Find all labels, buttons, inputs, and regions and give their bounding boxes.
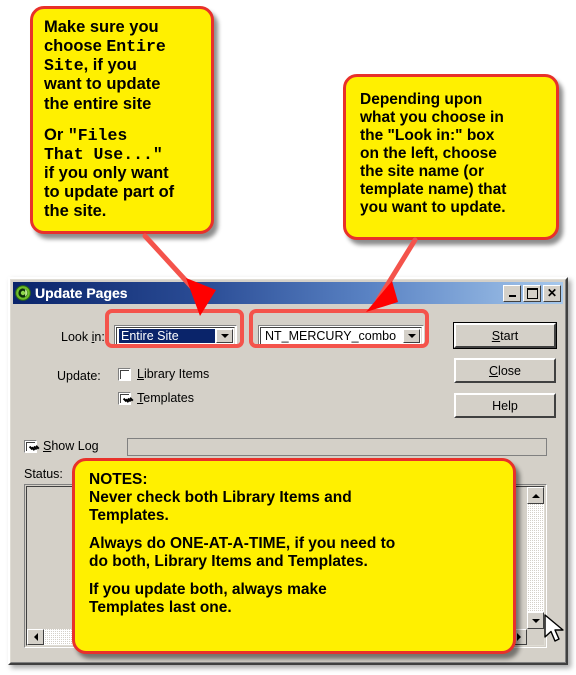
- callout-line: choose: [44, 37, 107, 56]
- library-items-checkbox-row[interactable]: Library Items: [118, 367, 209, 381]
- templates-checkbox-row[interactable]: Templates: [118, 391, 194, 405]
- start-button-label: Start: [491, 328, 519, 343]
- close-icon: ✕: [546, 286, 558, 300]
- notes-heading: NOTES:: [89, 471, 148, 488]
- show-log-label: Show Log: [43, 439, 99, 453]
- vertical-scroll-trough[interactable]: [527, 504, 544, 612]
- callout-line: , if you: [83, 56, 137, 75]
- show-log-checkbox-row[interactable]: Show Log: [24, 439, 99, 453]
- status-vertical-scrollbar[interactable]: [527, 487, 544, 629]
- screenshot-root: Update Pages ✕ Look in: Entire Site NT_M…: [0, 0, 576, 675]
- callout-line: if you only want: [44, 163, 169, 182]
- callout-mono: Entire: [106, 37, 166, 57]
- callout-line: Make sure you: [44, 18, 159, 36]
- library-items-label: Library Items: [137, 367, 210, 381]
- callout-line: what you choose in: [360, 108, 504, 126]
- callout-line: the site name (or: [360, 162, 485, 180]
- maximize-button[interactable]: [523, 284, 541, 302]
- callout-line: Templates last one.: [89, 598, 232, 616]
- callout-line: the site.: [44, 202, 107, 221]
- callout-line: template name) that: [360, 180, 507, 198]
- look-in-callout-text: Depending upon what you choose in the "L…: [346, 77, 556, 217]
- callout-line: on the left, choose: [360, 144, 497, 162]
- show-log-checkbox[interactable]: [24, 439, 37, 453]
- callout-mono: "Files: [67, 125, 128, 145]
- scroll-left-button[interactable]: [27, 629, 44, 645]
- triangle-up-icon: [531, 493, 540, 498]
- callout-mono: That Use...": [44, 144, 163, 164]
- notes-callout-text: NOTES: Never check both Library Items an…: [75, 461, 513, 617]
- callout-line: the entire site: [44, 94, 152, 113]
- maximize-icon: [526, 287, 538, 299]
- status-label: Status:: [24, 467, 63, 481]
- look-in-callout: Depending upon what you choose in the "L…: [343, 74, 559, 240]
- callout-line: Or: [44, 125, 68, 144]
- scroll-up-button[interactable]: [527, 487, 544, 504]
- callout-line: do both, Library Items and Templates.: [89, 552, 368, 570]
- look-in-highlight-rect: [105, 309, 244, 348]
- close-button-label: Close: [489, 363, 521, 378]
- callout-line: If you update both, always make: [89, 580, 327, 598]
- triangle-right-icon: [516, 633, 521, 641]
- site-name-highlight-rect: [249, 309, 429, 348]
- callout-mono: Site: [44, 56, 84, 76]
- minimize-icon: [508, 294, 516, 297]
- callout-line: you want to update.: [360, 198, 506, 216]
- mouse-pointer: [544, 614, 564, 642]
- callout-line: Always do ONE-AT-A-TIME, if you need to: [89, 534, 396, 552]
- help-button[interactable]: Help: [454, 393, 556, 418]
- callout-line: Depending upon: [360, 91, 483, 108]
- help-button-label: Help: [492, 398, 518, 413]
- scrollbar-corner: [527, 629, 544, 645]
- look-in-label: Look in:: [61, 330, 105, 344]
- title-bar[interactable]: Update Pages ✕: [13, 282, 563, 304]
- library-items-checkbox[interactable]: [118, 367, 131, 381]
- entire-site-callout-text: Make sure you choose Entire Site, if you…: [33, 9, 211, 221]
- triangle-left-icon: [33, 633, 38, 641]
- notes-callout: NOTES: Never check both Library Items an…: [72, 458, 516, 654]
- dreamweaver-globe-icon: [15, 285, 31, 301]
- minimize-button[interactable]: [503, 284, 521, 302]
- triangle-down-icon: [531, 618, 540, 623]
- templates-label: Templates: [137, 391, 194, 405]
- start-button[interactable]: Start: [453, 322, 557, 349]
- templates-checkbox[interactable]: [118, 391, 131, 405]
- callout-line: to update part of: [44, 183, 175, 201]
- progress-bar: [127, 438, 547, 456]
- window-controls: ✕: [503, 284, 563, 302]
- callout-line: want to update: [44, 75, 161, 94]
- entire-site-callout: Make sure you choose Entire Site, if you…: [30, 6, 214, 234]
- close-dialog-button[interactable]: Close: [454, 358, 556, 383]
- update-label: Update:: [57, 369, 101, 383]
- callout-line: Templates.: [89, 506, 169, 524]
- callout-line: Never check both Library Items and: [89, 488, 352, 506]
- close-button[interactable]: ✕: [543, 284, 561, 302]
- callout-line: the "Look in:" box: [360, 126, 495, 144]
- window-title: Update Pages: [35, 285, 128, 301]
- scroll-down-button[interactable]: [527, 612, 544, 629]
